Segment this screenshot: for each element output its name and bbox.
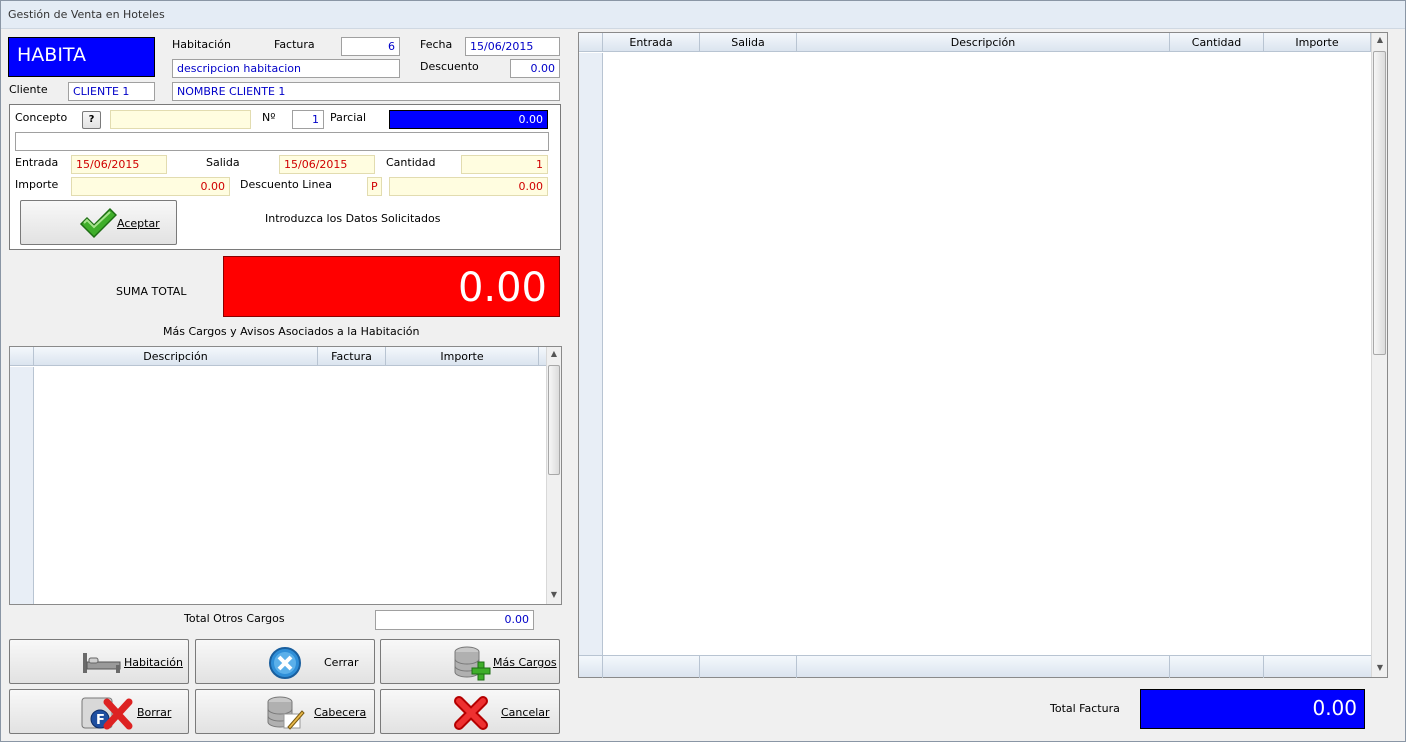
aceptar-label: Aceptar [117, 217, 160, 230]
entrada-field[interactable]: 15/06/2015 [71, 155, 167, 174]
mas-cargos-button[interactable]: Más Cargos [380, 639, 560, 684]
scroll-thumb[interactable] [548, 365, 560, 475]
total-otros-cargos-field: 0.00 [375, 610, 534, 630]
database-add-icon [454, 646, 491, 681]
suma-total-display: 0.00 [223, 256, 560, 317]
otros-cargos-title: Más Cargos y Avisos Asociados a la Habit… [163, 325, 420, 338]
otros-cargos-corner [10, 347, 34, 366]
otros-cargos-header: Descripción Factura Importe [10, 347, 547, 366]
scroll-up-icon[interactable]: ▲ [547, 349, 561, 358]
numero-label: Nº [262, 111, 276, 124]
parcial-label: Parcial [330, 111, 367, 124]
lineas-corner [579, 33, 603, 52]
col-factura[interactable]: Factura [318, 347, 386, 366]
otros-cargos-row-selector [10, 367, 34, 604]
habitacion-button-label: Habitación [124, 656, 183, 669]
fecha-label: Fecha [420, 38, 453, 51]
otros-cargos-grid: Descripción Factura Importe ▲ ▼ [9, 346, 562, 605]
bed-icon [83, 653, 121, 673]
col-cantidad[interactable]: Cantidad [1170, 33, 1264, 52]
cerrar-button-label: Cerrar [324, 656, 359, 669]
concepto-label: Concepto [15, 111, 68, 124]
database-edit-icon [267, 696, 305, 730]
col-salida[interactable]: Salida [700, 33, 797, 52]
col-importe-lineas[interactable]: Importe [1264, 33, 1371, 52]
habitacion-button[interactable]: Habitación [9, 639, 189, 684]
borrar-button[interactable]: F Borrar [9, 689, 189, 734]
cancelar-button[interactable]: Cancelar [380, 689, 560, 734]
cantidad-label: Cantidad [386, 156, 436, 169]
status-message: Introduzca los Datos Solicitados [265, 212, 441, 225]
cantidad-field[interactable]: 1 [461, 155, 548, 174]
numero-field[interactable]: 1 [292, 110, 324, 129]
fecha-field[interactable]: 15/06/2015 [465, 37, 560, 56]
descuento-linea-field[interactable]: 0.00 [389, 177, 548, 196]
cliente-name-field[interactable]: NOMBRE CLIENTE 1 [172, 82, 560, 101]
descuento-field[interactable]: 0.00 [510, 59, 560, 78]
footer-cell [579, 656, 603, 678]
concepto-descripcion-field[interactable] [15, 132, 549, 151]
importe-label: Importe [15, 178, 59, 191]
aceptar-button[interactable]: Aceptar [20, 200, 177, 245]
descuento-label: Descuento [420, 60, 479, 73]
footer-cell [1170, 656, 1264, 678]
mas-cargos-button-label: Más Cargos [493, 656, 557, 669]
check-icon [79, 207, 117, 239]
scroll-thumb[interactable] [1373, 51, 1386, 355]
lineas-scrollbar[interactable]: ▲ ▼ [1371, 33, 1387, 677]
lineas-grid: Entrada Salida Descripción Cantidad Impo… [578, 32, 1388, 678]
salida-label: Salida [206, 156, 240, 169]
room-type-badge: HABITA [8, 37, 155, 77]
title-bar: Gestión de Venta en Hoteles [1, 1, 1405, 29]
cerrar-button[interactable]: Cerrar [195, 639, 375, 684]
window-title: Gestión de Venta en Hoteles [8, 8, 165, 21]
cabecera-button-label: Cabecera [314, 706, 367, 719]
cliente-label: Cliente [9, 83, 48, 96]
otros-cargos-scrollbar[interactable]: ▲ ▼ [546, 347, 561, 604]
cancelar-button-label: Cancelar [501, 706, 550, 719]
descuento-tipo-field[interactable]: P [367, 177, 382, 196]
total-factura-label: Total Factura [1050, 702, 1120, 715]
col-importe[interactable]: Importe [386, 347, 539, 366]
borrar-button-label: Borrar [137, 706, 172, 719]
footer-cell [797, 656, 1170, 678]
scroll-up-icon[interactable]: ▲ [1373, 35, 1387, 44]
entrada-label: Entrada [15, 156, 59, 169]
habitacion-label: Habitación [172, 38, 231, 51]
close-circle-icon [269, 647, 301, 679]
cliente-code-field[interactable]: CLIENTE 1 [68, 82, 155, 101]
suma-total-label: SUMA TOTAL [116, 285, 187, 298]
salida-field[interactable]: 15/06/2015 [279, 155, 375, 174]
concepto-help-button[interactable]: ? [82, 111, 101, 129]
lineas-header: Entrada Salida Descripción Cantidad Impo… [579, 33, 1371, 52]
footer-cell [603, 656, 700, 678]
cabecera-button[interactable]: Cabecera [195, 689, 375, 734]
col-entrada[interactable]: Entrada [603, 33, 700, 52]
habitacion-descripcion-field[interactable]: descripcion habitacion [172, 59, 400, 78]
lineas-footer [579, 655, 1371, 678]
descuento-linea-label: Descuento Linea [240, 178, 332, 191]
delete-icon: F [81, 697, 133, 730]
scroll-down-icon[interactable]: ▼ [547, 590, 561, 599]
total-factura-display: 0.00 [1140, 689, 1365, 729]
parcial-field: 0.00 [389, 110, 548, 129]
factura-field[interactable]: 6 [341, 37, 400, 56]
concepto-field[interactable] [110, 110, 251, 129]
lineas-row-selector [579, 53, 603, 655]
col-descripcion-lineas[interactable]: Descripción [797, 33, 1170, 52]
total-otros-cargos-label: Total Otros Cargos [184, 612, 285, 625]
main-window: Gestión de Venta en Hoteles HABITA Habit… [0, 0, 1406, 742]
cancel-x-icon [454, 696, 488, 730]
col-descripcion[interactable]: Descripción [34, 347, 318, 366]
scroll-down-icon[interactable]: ▼ [1373, 663, 1387, 672]
footer-cell [700, 656, 797, 678]
importe-field[interactable]: 0.00 [71, 177, 230, 196]
factura-label: Factura [274, 38, 315, 51]
